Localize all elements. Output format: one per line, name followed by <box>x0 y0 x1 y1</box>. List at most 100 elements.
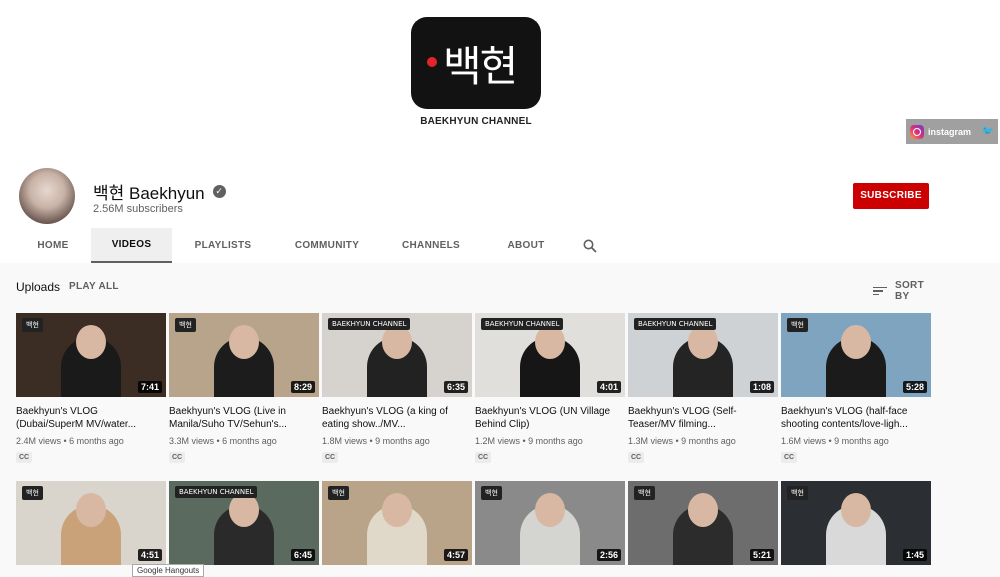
view-count: 1.8M views <box>322 436 368 446</box>
sort-by-button[interactable]: SORT BY <box>873 280 936 302</box>
cc-badge: CC <box>169 452 186 463</box>
video-card[interactable]: BAEKHYUN CHANNEL 1:08 Baekhyun's VLOG (Sel… <box>628 313 778 464</box>
tooltip: Google Hangouts <box>132 564 205 577</box>
tab-community[interactable]: COMMUNITY <box>274 228 380 263</box>
video-card[interactable]: 백현 5:28 Baekhyun's VLOG (half-face shootin… <box>781 313 931 464</box>
avatar[interactable] <box>19 168 75 224</box>
thumbnail-face <box>841 493 871 527</box>
video-thumbnail[interactable]: 백현 5:28 <box>781 313 931 397</box>
video-card[interactable]: 백현 5:21 <box>628 481 778 565</box>
tab-playlists[interactable]: PLAYLISTS <box>172 228 274 263</box>
video-card[interactable]: 백현 4:51 <box>16 481 166 565</box>
video-thumbnail[interactable]: 백현 2:56 <box>475 481 625 565</box>
view-count: 2.4M views <box>16 436 62 446</box>
thumbnail-badge: BAEKHYUN CHANNEL <box>481 318 564 330</box>
view-count: 1.6M views <box>781 436 827 446</box>
instagram-link[interactable]: instagram <box>928 127 978 137</box>
video-title[interactable]: Baekhyun's VLOG (Dubai/SuperM MV/water..… <box>16 405 166 431</box>
meta-separator: • <box>61 436 70 446</box>
thumbnail-face <box>382 493 412 527</box>
upload-age: 6 months ago <box>222 436 277 446</box>
thumbnail-badge: 백현 <box>175 318 196 332</box>
video-duration: 4:57 <box>443 549 468 561</box>
cc-badge: CC <box>16 452 33 463</box>
thumbnail-badge: 백현 <box>634 486 655 500</box>
video-card[interactable]: 백현 8:29 Baekhyun's VLOG (Live in Manila/Su… <box>169 313 319 464</box>
channel-header: 백현 Baekhyun ✓ 2.56M subscribers SUBSCRIB… <box>0 155 1000 263</box>
video-duration: 1:08 <box>749 381 774 393</box>
video-thumbnail[interactable]: BAEKHYUN CHANNEL 1:08 <box>628 313 778 397</box>
play-all-button[interactable]: PLAY ALL <box>69 281 119 292</box>
video-meta: 1.8M views • 9 months ago <box>322 436 472 446</box>
sort-by-label[interactable]: SORT BY <box>895 280 936 302</box>
video-title[interactable]: Baekhyun's VLOG (Self-Teaser/MV filming.… <box>628 405 778 431</box>
video-card[interactable]: 백현 2:56 <box>475 481 625 565</box>
thumbnail-face <box>229 325 259 359</box>
twitter-icon[interactable]: 🐦 <box>982 126 994 137</box>
video-title[interactable]: Baekhyun's VLOG (a king of eating show..… <box>322 405 472 431</box>
video-title[interactable]: Baekhyun's VLOG (Live in Manila/Suho TV/… <box>169 405 319 431</box>
video-card[interactable]: 백현 4:57 <box>322 481 472 565</box>
thumbnail-badge: 백현 <box>787 486 808 500</box>
video-card[interactable]: 백현 7:41 Baekhyun's VLOG (Dubai/SuperM MV/w… <box>16 313 166 464</box>
tab-about[interactable]: ABOUT <box>482 228 570 263</box>
video-thumbnail[interactable]: 백현 7:41 <box>16 313 166 397</box>
subscribe-button[interactable]: SUBSCRIBE <box>853 183 929 209</box>
video-card[interactable]: 백현 1:45 <box>781 481 931 565</box>
video-thumbnail[interactable]: BAEKHYUN CHANNEL 6:45 <box>169 481 319 565</box>
video-meta: 1.3M views • 9 months ago <box>628 436 778 446</box>
tab-videos[interactable]: VIDEOS <box>91 228 172 263</box>
logo-text: 백현 <box>443 42 518 91</box>
thumbnail-badge: 백현 <box>787 318 808 332</box>
meta-separator: • <box>826 436 835 446</box>
social-links[interactable]: instagram 🐦 <box>906 119 998 144</box>
view-count: 3.3M views <box>169 436 215 446</box>
video-thumbnail[interactable]: BAEKHYUN CHANNEL 6:35 <box>322 313 472 397</box>
video-thumbnail[interactable]: 백현 4:57 <box>322 481 472 565</box>
video-title[interactable]: Baekhyun's VLOG (half-face shooting cont… <box>781 405 931 431</box>
subscriber-count: 2.56M subscribers <box>93 203 183 215</box>
upload-age: 9 months ago <box>528 436 583 446</box>
upload-age: 9 months ago <box>375 436 430 446</box>
sort-icon[interactable] <box>873 285 887 298</box>
verified-icon: ✓ <box>212 185 226 198</box>
meta-separator: • <box>214 436 223 446</box>
meta-separator: • <box>367 436 376 446</box>
video-card[interactable]: BAEKHYUN CHANNEL 6:45 <box>169 481 319 565</box>
thumbnail-badge: BAEKHYUN CHANNEL <box>328 318 411 330</box>
video-meta: 2.4M views • 6 months ago <box>16 436 166 446</box>
video-meta: 1.6M views • 9 months ago <box>781 436 931 446</box>
tab-home[interactable]: HOME <box>15 228 91 263</box>
cc-badge: CC <box>781 452 798 463</box>
thumbnail-badge: BAEKHYUN CHANNEL <box>175 486 258 498</box>
video-thumbnail[interactable]: 백현 4:51 <box>16 481 166 565</box>
search-icon[interactable] <box>583 239 597 253</box>
video-duration: 7:41 <box>137 381 162 393</box>
thumbnail-face <box>76 325 106 359</box>
channel-tabs: HOME VIDEOS PLAYLISTS COMMUNITY CHANNELS… <box>15 228 610 263</box>
cc-badge: CC <box>322 452 339 463</box>
view-count: 1.3M views <box>628 436 674 446</box>
video-thumbnail[interactable]: BAEKHYUN CHANNEL 4:01 <box>475 313 625 397</box>
video-meta: 3.3M views • 6 months ago <box>169 436 319 446</box>
channel-search-button[interactable] <box>570 228 610 263</box>
video-thumbnail[interactable]: 백현 5:21 <box>628 481 778 565</box>
video-duration: 5:21 <box>749 549 774 561</box>
tab-channels[interactable]: CHANNELS <box>380 228 482 263</box>
channel-logo: 백현 <box>411 17 541 109</box>
instagram-icon[interactable] <box>910 124 924 139</box>
view-count: 1.2M views <box>475 436 521 446</box>
video-thumbnail[interactable]: 백현 8:29 <box>169 313 319 397</box>
thumbnail-badge: BAEKHYUN CHANNEL <box>634 318 717 330</box>
video-duration: 2:56 <box>596 549 621 561</box>
channel-name: 백현 Baekhyun ✓ <box>93 179 226 204</box>
video-thumbnail[interactable]: 백현 1:45 <box>781 481 931 565</box>
thumbnail-face <box>841 325 871 359</box>
video-title[interactable]: Baekhyun's VLOG (UN Village Behind Clip) <box>475 405 625 431</box>
video-card[interactable]: BAEKHYUN CHANNEL 4:01 Baekhyun's VLOG (UN … <box>475 313 625 464</box>
video-card[interactable]: BAEKHYUN CHANNEL 6:35 Baekhyun's VLOG (a k… <box>322 313 472 464</box>
thumbnail-badge: 백현 <box>481 486 502 500</box>
thumbnail-badge: 백현 <box>22 486 43 500</box>
upload-age: 9 months ago <box>834 436 889 446</box>
channel-name-text: 백현 Baekhyun <box>93 184 205 203</box>
